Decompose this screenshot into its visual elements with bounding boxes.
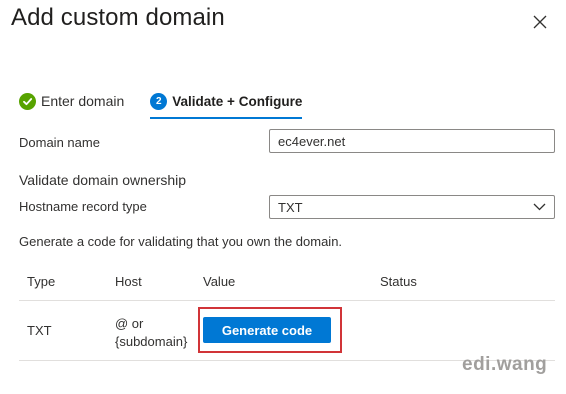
- domain-name-input[interactable]: [269, 129, 555, 153]
- add-custom-domain-dialog: Add custom domain Enter domain 2 Validat…: [0, 0, 566, 394]
- step-label: Enter domain: [41, 93, 125, 109]
- cell-host-line2: {subdomain}: [115, 334, 188, 349]
- validate-ownership-heading: Validate domain ownership: [19, 172, 187, 188]
- cell-type: TXT: [27, 323, 52, 338]
- header-type: Type: [27, 274, 56, 289]
- validation-records-table: Type Host Value Status TXT @ or {subdoma…: [19, 266, 555, 361]
- generate-code-button[interactable]: Generate code: [203, 317, 331, 343]
- select-value: TXT: [278, 199, 303, 215]
- hostname-record-type-select[interactable]: TXT: [269, 195, 555, 219]
- header-host: Host: [115, 274, 142, 289]
- table-row: TXT @ or {subdomain} Generate code: [19, 301, 555, 361]
- header-status: Status: [380, 274, 417, 289]
- header-value: Value: [203, 274, 236, 289]
- check-circle-icon: [19, 92, 36, 110]
- dialog-title: Add custom domain: [11, 4, 225, 31]
- table-header: Type Host Value Status: [19, 266, 555, 301]
- step-enter-domain[interactable]: Enter domain: [19, 88, 124, 114]
- cell-host-line1: @ or: [115, 316, 144, 331]
- chevron-down-icon: [533, 203, 546, 211]
- close-icon: [533, 15, 547, 29]
- step-label: Validate + Configure: [172, 93, 303, 109]
- active-step-indicator: [150, 117, 303, 119]
- generate-description: Generate a code for validating that you …: [19, 234, 343, 249]
- wizard-steps: Enter domain 2 Validate + Configure: [19, 88, 303, 119]
- step-validate-configure[interactable]: 2 Validate + Configure: [150, 88, 303, 119]
- watermark: edi.wang: [462, 354, 548, 375]
- step-number-badge: 2: [150, 92, 168, 110]
- hostname-record-type-label: Hostname record type: [19, 199, 147, 214]
- domain-name-label: Domain name: [19, 135, 100, 150]
- close-button[interactable]: [528, 10, 552, 34]
